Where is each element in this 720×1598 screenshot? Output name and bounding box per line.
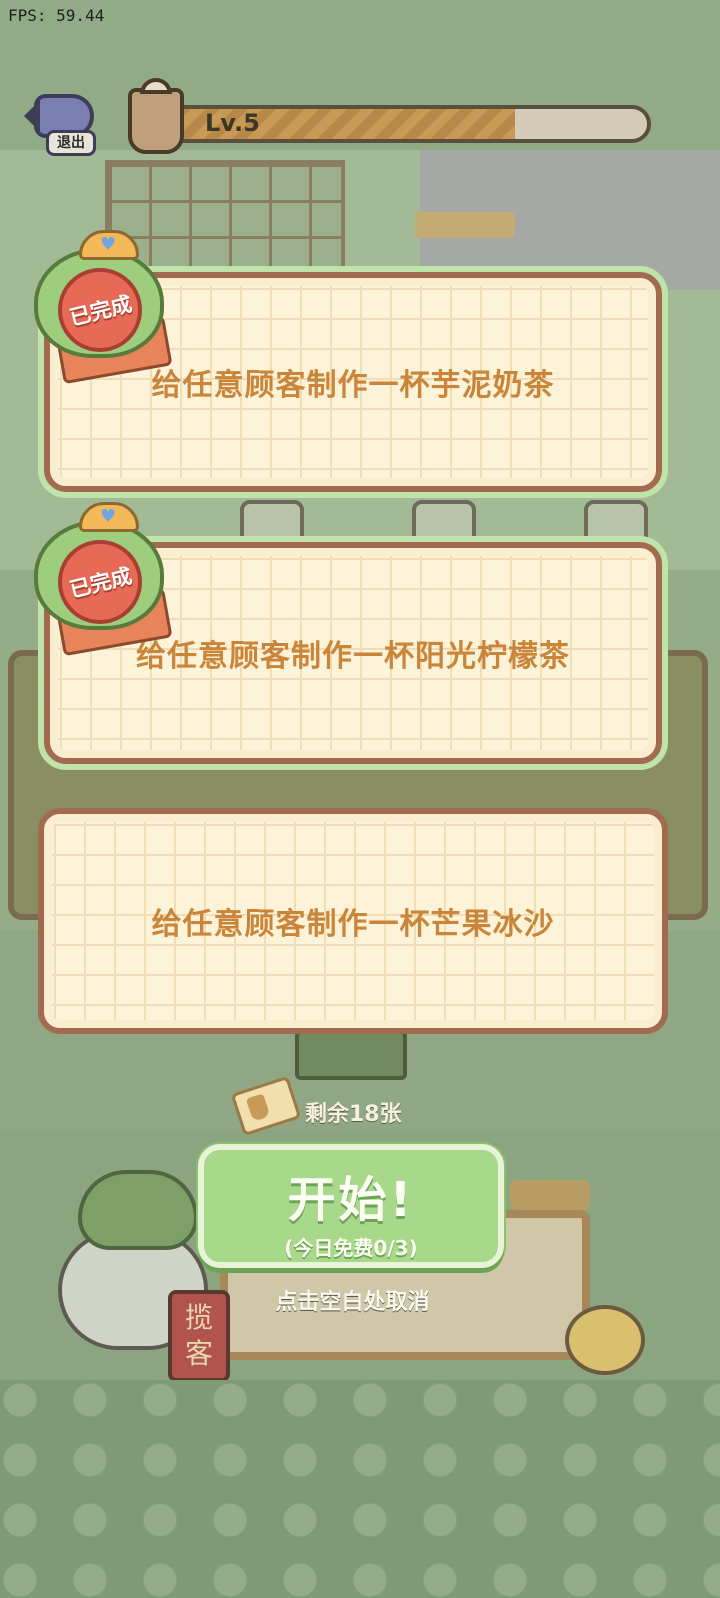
exit-label: 退出 [46,130,96,156]
cancel-hint: 点击空白处取消 [275,1290,430,1315]
task-card-panel: 给任意顾客制作一杯芒果冰沙 [38,808,668,1034]
level-label: Lv.5 [205,109,260,137]
badge-status-text: 已完成 [66,291,134,331]
background-book [295,1030,407,1080]
background-sign-hanger [510,1180,590,1210]
badge-disk: 已完成 [58,268,142,352]
completed-badge: ♥ 已完成 [24,230,174,385]
start-button[interactable]: 开始! (今日免费0/3) [198,1144,504,1268]
heart-icon: ♥ [100,234,117,255]
task-text: 给任意顾客制作一杯阳光柠檬茶 [136,639,570,674]
tickets-remaining: 剩余18张 [305,1102,402,1127]
task-text: 给任意顾客制作一杯芋泥奶茶 [151,368,555,403]
completed-badge: ♥ 已完成 [24,502,174,657]
background-top-awning [0,0,720,170]
task-text: 给任意顾客制作一杯芒果冰沙 [151,907,555,942]
heart-icon: ♥ [100,506,117,527]
mascot-leaf-hat [78,1170,198,1250]
badge-status-text: 已完成 [66,563,134,603]
task-card: 给任意顾客制作一杯芒果冰沙 [38,808,668,1034]
free-count-label: (今日免费0/3) [284,1236,418,1260]
milk-tea-cup-icon [128,78,184,154]
exit-button[interactable]: 退出 [24,86,100,158]
badge-disk: 已完成 [58,540,142,624]
start-button-label: 开始! [287,1172,415,1228]
background-roof [415,212,515,238]
background-bottom-pattern [0,1380,720,1598]
fps-counter: FPS: 59.44 [8,6,105,25]
ticket-icon [230,1075,302,1137]
